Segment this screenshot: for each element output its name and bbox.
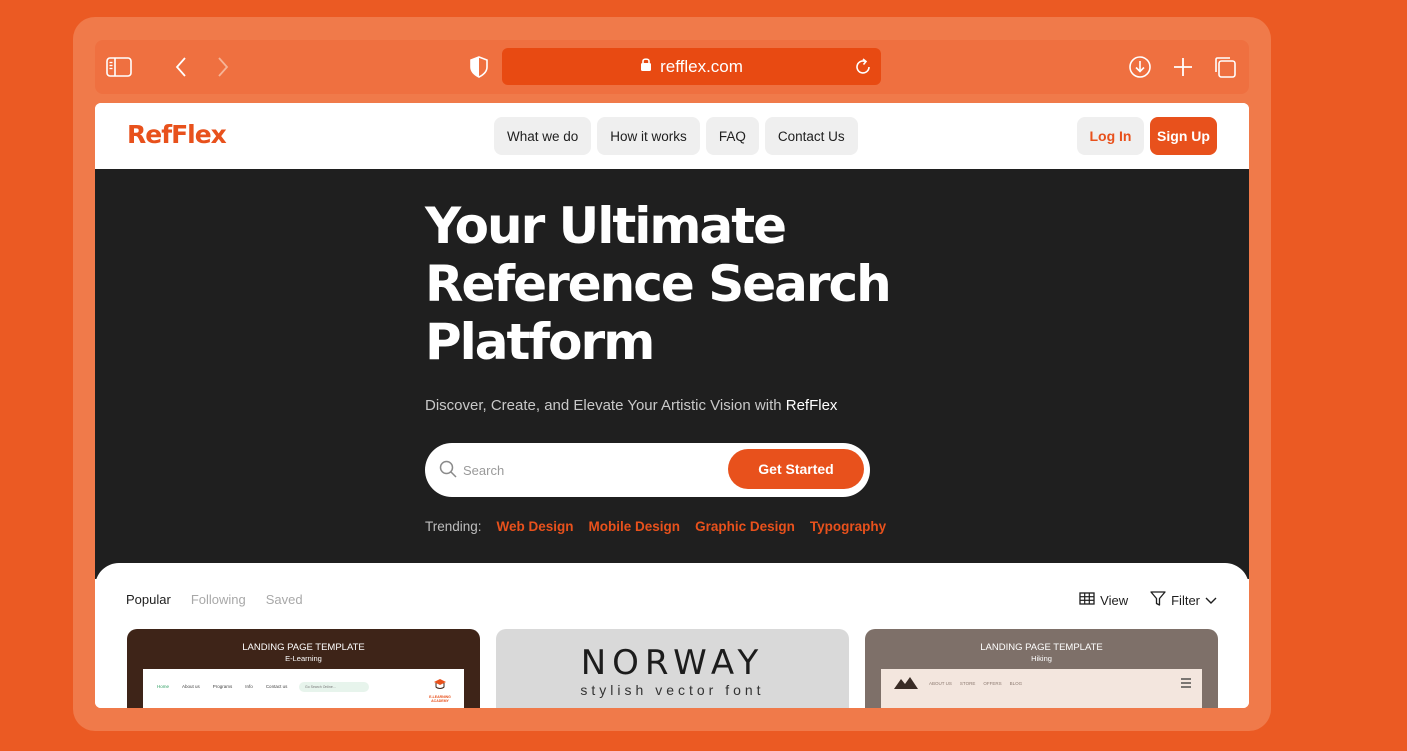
nav-link-what-we-do[interactable]: What we do: [494, 117, 592, 155]
site-logo[interactable]: RefFlex: [127, 120, 227, 149]
tab-popular[interactable]: Popular: [126, 592, 171, 607]
tab-following[interactable]: Following: [191, 592, 246, 607]
hero-subtitle-text: Discover, Create, and Elevate Your Artis…: [425, 397, 782, 414]
hero-title-line: Your Ultimate: [425, 197, 787, 255]
trending-tags: Trending: Web Design Mobile Design Graph…: [425, 519, 886, 534]
card-subtitle: E-Learning: [285, 654, 322, 663]
download-icon[interactable]: [1126, 53, 1154, 81]
back-arrow-icon[interactable]: [167, 53, 195, 81]
search-bar: Get Started: [425, 443, 870, 497]
nav-link-how-it-works[interactable]: How it works: [597, 117, 700, 155]
card-preview: Home About us Programs Info Contact us G…: [143, 669, 464, 708]
preview-nav-item: Contact us: [265, 684, 288, 689]
card-norway-font[interactable]: NORWAY stylish vector font: [496, 629, 849, 708]
card-title: LANDING PAGE TEMPLATE: [980, 642, 1103, 653]
preview-nav-item: About us: [182, 684, 200, 689]
preview-nav: ABOUT US STORE OFFERS BLOG: [929, 681, 1022, 686]
preview-nav-item: Programs: [212, 684, 233, 689]
trending-tag-web-design[interactable]: Web Design: [497, 519, 574, 534]
tabs-icon[interactable]: [1211, 53, 1239, 81]
hero-subtitle-brand: RefFlex: [785, 397, 838, 414]
preview-nav-item: Info: [245, 684, 253, 689]
address-bar[interactable]: refflex.com: [502, 48, 881, 85]
trending-tag-graphic-design[interactable]: Graphic Design: [695, 519, 795, 534]
search-input[interactable]: [463, 456, 713, 484]
trending-label: Trending:: [425, 519, 482, 534]
grid-icon: [1079, 592, 1095, 608]
site-header: RefFlex What we do How it works FAQ Cont…: [95, 103, 1249, 169]
hero-section: Your Ultimate Reference Search Platform …: [95, 169, 1249, 579]
login-button[interactable]: Log In: [1077, 117, 1144, 155]
signup-button[interactable]: Sign Up: [1150, 117, 1217, 155]
card-preview: ABOUT US STORE OFFERS BLOG: [881, 669, 1202, 708]
preview-brand: E-LEARNING ACADEMY: [425, 677, 455, 703]
preview-logo: [893, 675, 919, 696]
preview-nav-item: STORE: [959, 681, 976, 686]
url-text: refflex.com: [660, 56, 743, 76]
preview-search: Go Search Online...: [299, 682, 369, 692]
nav-link-faq[interactable]: FAQ: [705, 117, 759, 155]
trending-tag-typography[interactable]: Typography: [810, 519, 886, 534]
get-started-button[interactable]: Get Started: [728, 449, 864, 489]
sidebar-icon[interactable]: [105, 53, 133, 81]
card-title: LANDING PAGE TEMPLATE: [242, 642, 365, 653]
view-label: View: [1100, 592, 1129, 608]
feed-tools: View Filter: [1079, 591, 1217, 609]
filter-icon: [1150, 591, 1166, 609]
web-page: RefFlex What we do How it works FAQ Cont…: [95, 103, 1249, 708]
preview-nav-item: BLOG: [1009, 681, 1023, 686]
view-toggle[interactable]: View: [1079, 591, 1128, 609]
card-hiking-template[interactable]: LANDING PAGE TEMPLATE Hiking ABOUT US ST…: [865, 629, 1218, 708]
preview-nav-item: ABOUT US: [929, 681, 952, 686]
nav-link-contact-us[interactable]: Contact Us: [764, 117, 858, 155]
hero-title-line: Platform: [425, 313, 655, 371]
hero-subtitle: Discover, Create, and Elevate Your Artis…: [425, 397, 837, 414]
trending-tag-mobile-design[interactable]: Mobile Design: [589, 519, 681, 534]
card-elearning-template[interactable]: LANDING PAGE TEMPLATE E-Learning Home Ab…: [127, 629, 480, 708]
main-nav: What we do How it works FAQ Contact Us: [494, 117, 858, 155]
tab-saved[interactable]: Saved: [266, 592, 303, 607]
browser-toolbar: refflex.com: [95, 40, 1249, 94]
chevron-down-icon: [1205, 593, 1217, 608]
card-title: NORWAY: [580, 643, 765, 683]
forward-arrow-icon[interactable]: [209, 53, 237, 81]
reload-icon[interactable]: [853, 57, 873, 82]
hero-title-line: Reference Search: [425, 255, 892, 313]
card-subtitle: stylish vector font: [580, 682, 765, 698]
filter-label: Filter: [1171, 592, 1200, 608]
preview-nav-item: OFFERS: [983, 681, 1002, 686]
hamburger-icon: [1180, 675, 1192, 693]
feed-tabs: Popular Following Saved: [126, 592, 303, 607]
card-subtitle: Hiking: [1031, 654, 1052, 663]
shield-icon[interactable]: [465, 53, 493, 81]
filter-dropdown[interactable]: Filter: [1150, 591, 1217, 609]
lock-icon: [640, 57, 652, 77]
preview-nav: Home About us Programs Info Contact us: [157, 684, 287, 689]
preview-brand-text: E-LEARNING ACADEMY: [429, 695, 451, 703]
search-icon: [439, 460, 457, 483]
plus-icon[interactable]: [1169, 53, 1197, 81]
preview-nav-item: Home: [157, 684, 170, 689]
hero-title: Your Ultimate Reference Search Platform: [425, 197, 985, 371]
